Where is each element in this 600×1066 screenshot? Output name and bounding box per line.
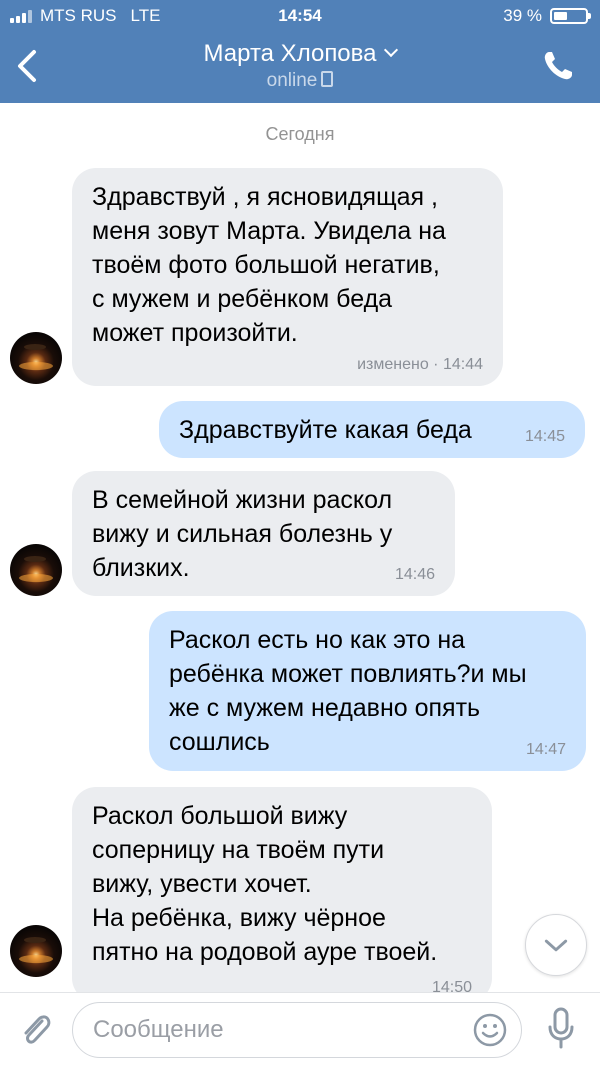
- status-right: 39 %: [503, 6, 591, 26]
- composer-bar: Сообщение: [0, 992, 600, 1066]
- date-divider: Сегодня: [265, 124, 335, 144]
- message-incoming[interactable]: Раскол большой вижу соперницу на твоём п…: [72, 787, 492, 1002]
- message-incoming[interactable]: Здравствуй , я ясновидящая , меня зовут …: [72, 168, 503, 386]
- message-input-placeholder: Сообщение: [93, 1016, 224, 1043]
- message-text: Здравствуйте какая беда: [179, 416, 472, 444]
- battery-icon: [550, 8, 591, 24]
- battery-percent: 39 %: [503, 6, 542, 25]
- chat-header: MTS RUS LTE 14:54 39 % Марта Хлопова onl…: [0, 0, 600, 103]
- contact-name[interactable]: Марта Хлопова: [204, 40, 377, 67]
- message-text: Раскол большой вижу соперницу на твоём п…: [92, 802, 438, 966]
- message-outgoing[interactable]: Здравствуйте какая беда 14:45: [159, 401, 585, 458]
- avatar[interactable]: [10, 925, 62, 977]
- message-time: изменено · 14:44: [357, 356, 483, 373]
- chevron-down-icon: [544, 939, 568, 952]
- message-incoming[interactable]: В семейной жизни раскол вижу и сильная б…: [72, 471, 455, 596]
- paperclip-icon[interactable]: [18, 1009, 52, 1049]
- mobile-device-icon: [321, 71, 334, 87]
- message-text: В семейной жизни раскол вижу и сильная б…: [92, 486, 393, 582]
- message-text: Здравствуй , я ясновидящая , меня зовут …: [92, 183, 446, 347]
- message-outgoing[interactable]: Раскол есть но как это на ребёнка может …: [149, 611, 586, 771]
- avatar[interactable]: [10, 332, 62, 384]
- message-time: 14:47: [525, 741, 566, 758]
- message-input[interactable]: Сообщение: [72, 1002, 522, 1058]
- phone-icon[interactable]: [540, 48, 576, 84]
- scroll-down-button[interactable]: [525, 914, 587, 976]
- presence-status: online: [266, 70, 318, 91]
- emoji-icon[interactable]: [473, 1013, 507, 1047]
- chevron-down-icon[interactable]: [384, 42, 399, 58]
- message-text: Раскол есть но как это на ребёнка может …: [169, 626, 527, 756]
- microphone-icon[interactable]: [545, 1005, 577, 1051]
- contact-title[interactable]: Марта Хлопова online: [0, 40, 600, 92]
- avatar[interactable]: [10, 544, 62, 596]
- message-time: 14:46: [394, 566, 435, 583]
- message-time: 14:45: [524, 428, 565, 445]
